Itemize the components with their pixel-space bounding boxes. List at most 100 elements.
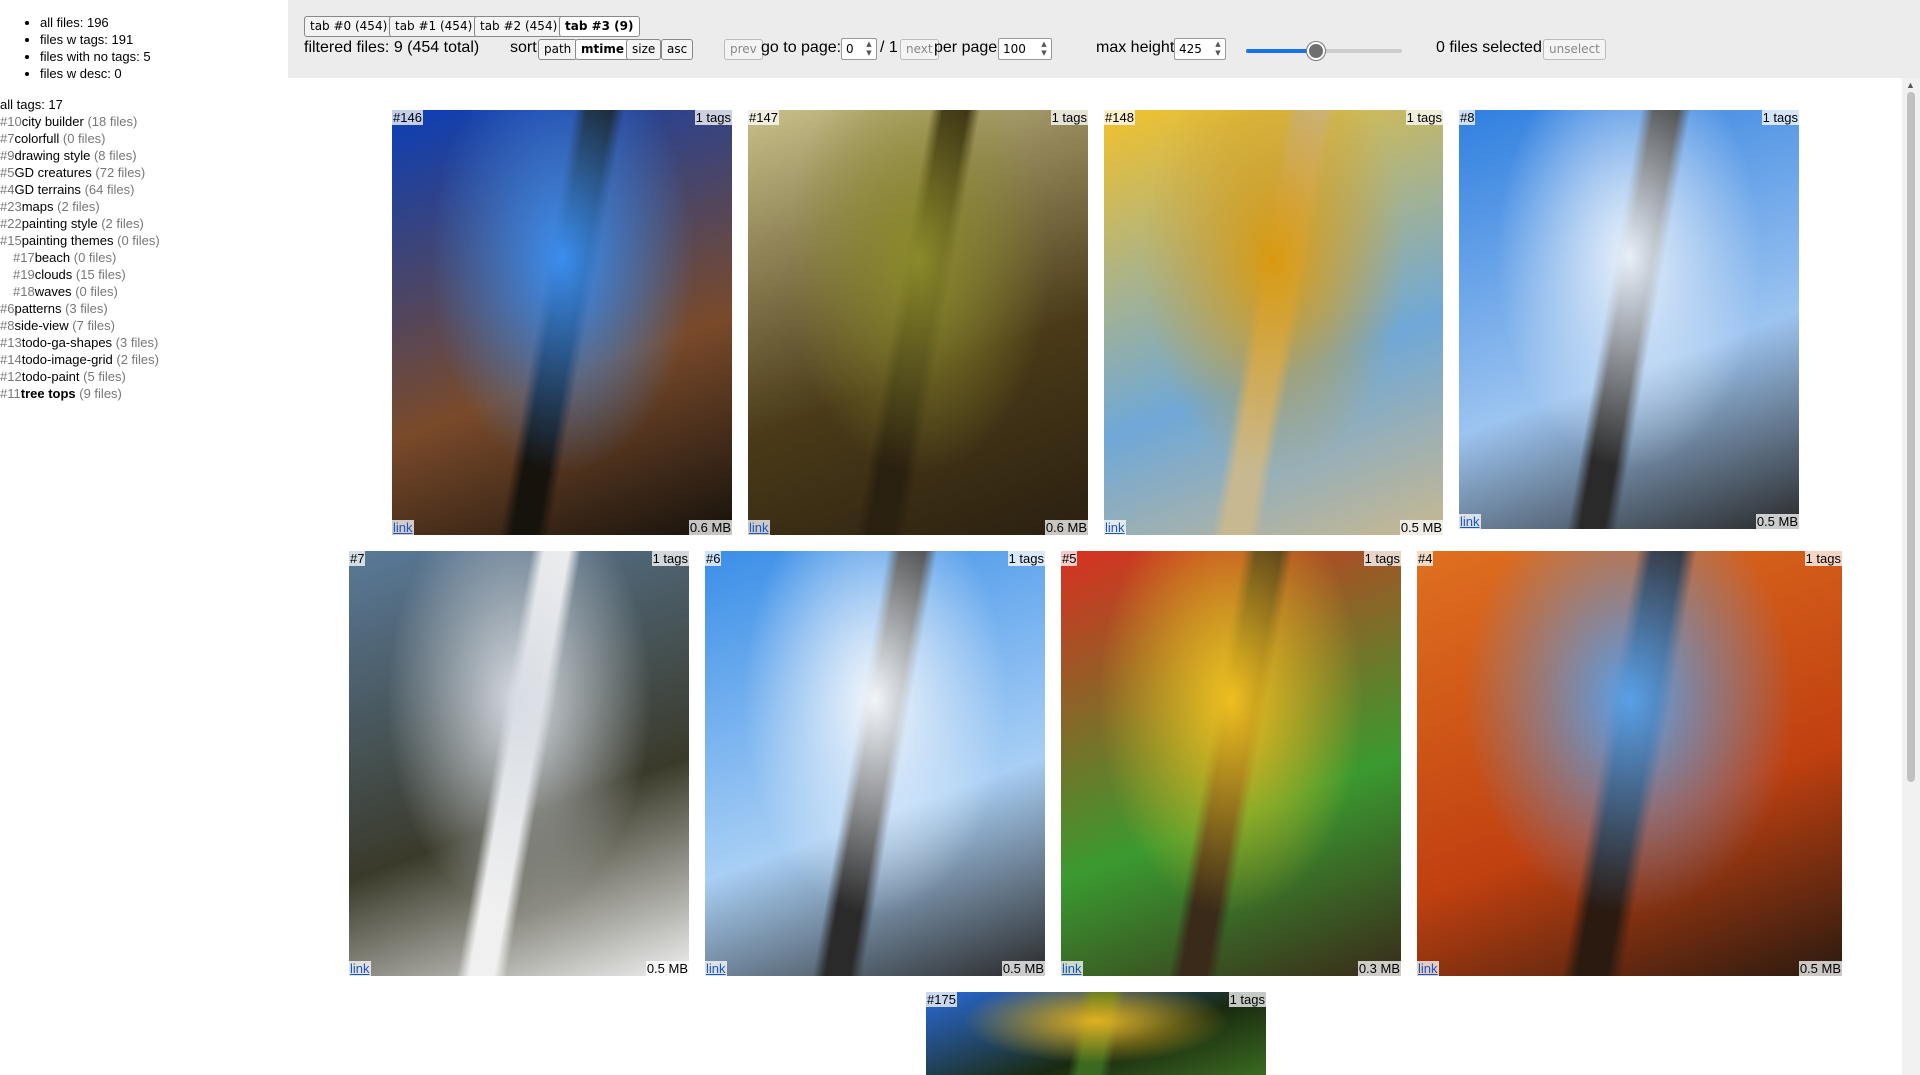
scrollbar-thumb[interactable] <box>1907 92 1915 782</box>
tag-item[interactable]: #4GD terrains (64 files) <box>0 181 288 198</box>
tag-name: clouds <box>34 267 73 282</box>
tab-1[interactable]: tab #1 (454) <box>389 16 479 37</box>
vertical-scrollbar[interactable]: ▲ <box>1902 78 1920 1075</box>
tree-photo[interactable] <box>392 110 732 535</box>
unselect-button[interactable]: unselect <box>1543 39 1606 60</box>
image-tag-count: 1 tags <box>1228 992 1266 1007</box>
tree-photo[interactable] <box>705 551 1045 976</box>
tag-name: painting themes <box>21 233 114 248</box>
tag-id: #13 <box>0 335 22 350</box>
image-link[interactable]: link <box>705 961 727 976</box>
image-tag-count: 1 tags <box>1363 551 1401 566</box>
tag-item[interactable]: #5GD creatures (72 files) <box>0 164 288 181</box>
scroll-up-icon[interactable]: ▲ <box>1906 80 1915 90</box>
image-file-size: 0.5 MB <box>1399 520 1443 535</box>
tag-item[interactable]: #7colorfull (0 files) <box>0 130 288 147</box>
per-page-stepper-icon[interactable]: ▲ ▼ <box>1038 40 1050 58</box>
tag-list: all tags: 17 #10city builder (18 files) #… <box>0 96 288 402</box>
max-height-input[interactable]: 425 ▲ ▼ <box>1174 38 1226 60</box>
image-card[interactable]: #8 1 tags link 0.5 MB <box>1459 110 1799 529</box>
image-id: #8 <box>1459 110 1476 125</box>
max-height-stepper-icon[interactable]: ▲ ▼ <box>1212 40 1224 58</box>
tag-name: painting style <box>21 216 98 231</box>
tag-id: #4 <box>0 182 15 197</box>
image-card[interactable]: #5 1 tags link 0.3 MB <box>1061 551 1401 976</box>
tag-count: (0 files) <box>75 284 118 299</box>
prev-page-button[interactable]: prev <box>724 39 763 60</box>
image-tag-count: 1 tags <box>1761 110 1799 125</box>
stat-files-with-tags: files w tags: 191 <box>40 31 288 48</box>
tag-item[interactable]: #8side-view (7 files) <box>0 317 288 334</box>
image-card[interactable]: #7 1 tags link 0.5 MB <box>349 551 689 976</box>
file-stats-list: all files: 196 files w tags: 191 files w… <box>0 14 288 82</box>
tag-item[interactable]: #15painting themes (0 files) <box>0 232 288 249</box>
per-page-value: 100 <box>1003 42 1026 56</box>
tree-photo[interactable] <box>1417 551 1842 976</box>
page-stepper-icon[interactable]: ▲ ▼ <box>863 40 875 58</box>
tag-count: (8 files) <box>93 148 137 163</box>
tag-item[interactable]: #11tree tops (9 files) <box>0 385 288 402</box>
tag-item[interactable]: #13todo-ga-shapes (3 files) <box>0 334 288 351</box>
tag-id: #17 <box>13 250 35 265</box>
image-card[interactable]: #4 1 tags link 0.5 MB <box>1417 551 1842 976</box>
sort-size-button[interactable]: size <box>626 39 662 60</box>
tag-item[interactable]: #6patterns (3 files) <box>0 300 288 317</box>
image-link[interactable]: link <box>1061 961 1083 976</box>
image-file-size: 0.5 MB <box>1001 961 1045 976</box>
image-file-size: 0.5 MB <box>1755 514 1799 529</box>
image-id: #7 <box>349 551 366 566</box>
tag-item[interactable]: #18waves (0 files) <box>0 283 288 300</box>
tab-3[interactable]: tab #3 (9) <box>559 16 640 37</box>
image-id: #4 <box>1417 551 1434 566</box>
tree-photo[interactable] <box>1061 551 1401 976</box>
per-page-input[interactable]: 100 ▲ ▼ <box>998 38 1052 60</box>
tag-item[interactable]: #22painting style (2 files) <box>0 215 288 232</box>
tag-id: #7 <box>0 131 15 146</box>
image-tag-count: 1 tags <box>694 110 732 125</box>
tree-photo[interactable] <box>349 551 689 976</box>
tab-0[interactable]: tab #0 (454) <box>304 16 394 37</box>
tag-item[interactable]: #14todo-image-grid (2 files) <box>0 351 288 368</box>
image-link[interactable]: link <box>392 520 414 535</box>
image-card[interactable]: #147 1 tags link 0.6 MB <box>748 110 1088 535</box>
tag-count: (0 files) <box>62 131 106 146</box>
tag-name: tree tops <box>20 386 76 401</box>
image-card[interactable]: #175 1 tags <box>926 992 1266 1075</box>
sort-label: sort <box>510 39 537 56</box>
tag-count: (2 files) <box>57 199 100 214</box>
tag-name: colorfull <box>14 131 60 146</box>
image-link[interactable]: link <box>1417 961 1439 976</box>
tag-name: todo-image-grid <box>21 352 113 367</box>
image-link[interactable]: link <box>748 520 770 535</box>
tag-count: (15 files) <box>75 267 126 282</box>
sort-order-button[interactable]: asc <box>661 39 694 60</box>
image-tag-count: 1 tags <box>651 551 689 566</box>
slider-thumb[interactable] <box>1307 42 1326 60</box>
tree-photo[interactable] <box>1104 110 1443 535</box>
tag-item[interactable]: #10city builder (18 files) <box>0 113 288 130</box>
tag-item[interactable]: #23maps (2 files) <box>0 198 288 215</box>
image-card[interactable]: #148 1 tags link 0.5 MB <box>1104 110 1443 535</box>
tag-count: (3 files) <box>65 301 108 316</box>
tab-2[interactable]: tab #2 (454) <box>474 16 564 37</box>
tree-photo[interactable] <box>926 992 1266 1075</box>
tag-item[interactable]: #17beach (0 files) <box>0 249 288 266</box>
image-id: #147 <box>748 110 779 125</box>
tree-photo[interactable] <box>748 110 1088 535</box>
image-tag-count: 1 tags <box>1050 110 1088 125</box>
sort-mtime-button[interactable]: mtime <box>575 39 630 60</box>
image-link[interactable]: link <box>349 961 371 976</box>
tag-item[interactable]: #19clouds (15 files) <box>0 266 288 283</box>
tree-photo[interactable] <box>1459 110 1799 529</box>
tag-item[interactable]: #12todo-paint (5 files) <box>0 368 288 385</box>
page-total: / 1 <box>880 39 898 56</box>
page-number-input[interactable]: 0 ▲ ▼ <box>841 38 877 60</box>
sort-path-button[interactable]: path <box>538 39 578 60</box>
image-card[interactable]: #146 1 tags link 0.6 MB <box>392 110 732 535</box>
image-link[interactable]: link <box>1104 520 1126 535</box>
image-card[interactable]: #6 1 tags link 0.5 MB <box>705 551 1045 976</box>
image-link[interactable]: link <box>1459 514 1481 529</box>
max-height-slider[interactable] <box>1246 42 1402 60</box>
next-page-button[interactable]: next <box>900 39 939 60</box>
tag-item[interactable]: #9drawing style (8 files) <box>0 147 288 164</box>
